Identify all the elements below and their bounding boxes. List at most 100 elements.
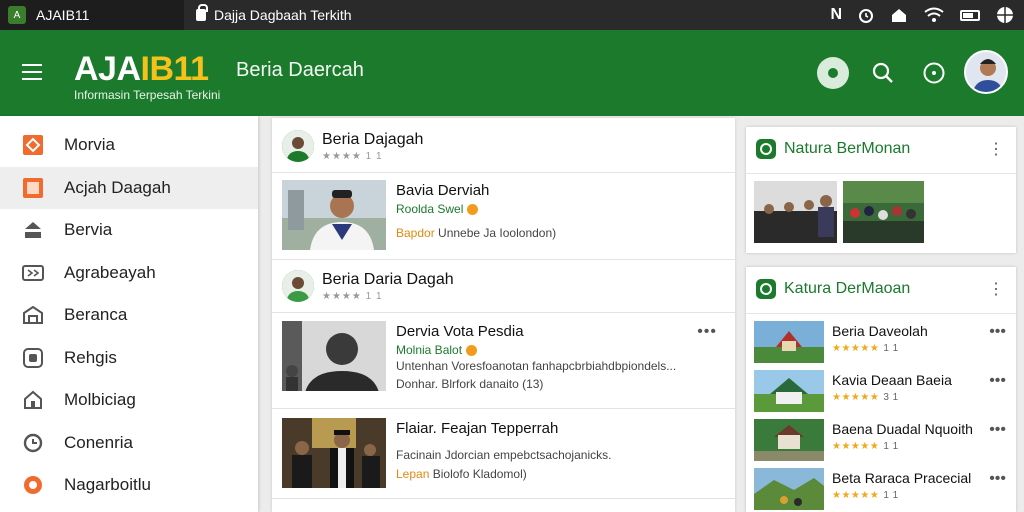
place-thumbnail [754, 321, 824, 363]
info-icon [923, 62, 945, 84]
place-item[interactable]: Beta Raraca Pracecial ★★★★★ 1 1 ••• [754, 468, 1008, 510]
news-thumbnail [282, 321, 386, 391]
page-tab[interactable]: Dajja Dagbaah Terkith [196, 0, 352, 30]
news-item[interactable]: Bavia Derviah Roolda Swel Bapdor Unnebe … [282, 180, 725, 250]
info-button[interactable] [917, 56, 951, 90]
divider [272, 312, 735, 313]
place-title: Kavia Deaan Baeia [832, 372, 952, 388]
sidebar: Morvia Acjah Daagah Bervia Agrabeayah Be… [0, 116, 258, 512]
app-title: AJAIB11 [36, 7, 90, 23]
source-avatar [282, 270, 314, 302]
sidebar-item-label: Morvia [64, 135, 116, 155]
video-icon [22, 262, 44, 284]
sidebar-item-8[interactable]: Nagarboitlu [0, 464, 258, 507]
building-icon [22, 304, 44, 326]
sidebar-item-7[interactable]: Conenria [0, 422, 258, 465]
news-item[interactable]: Dervia Vota Pesdia Molnia Balot Untenhan… [282, 321, 725, 391]
more-options-button[interactable]: ••• [697, 323, 717, 341]
more-options-icon[interactable]: ⋮ [988, 139, 1004, 159]
trending-icon [22, 474, 44, 496]
badge-icon [467, 203, 479, 215]
source-header[interactable]: Beria Dajagah ★★★★ 1 1 [282, 130, 423, 162]
gallery-image[interactable] [843, 181, 924, 243]
place-thumbnail [754, 370, 824, 412]
wifi-icon [924, 7, 944, 22]
search-icon [872, 62, 893, 83]
gallery-image[interactable] [754, 181, 837, 243]
sidebar-item-6[interactable]: Molbiciag [0, 379, 258, 422]
source-meta: ★★★★ 1 1 [322, 290, 383, 302]
source-name: Beria Daria Dagah [322, 270, 454, 288]
home-status-icon [892, 9, 906, 22]
search-button[interactable] [866, 56, 900, 90]
news-title: Flaiar. Feajan Tepperrah [396, 420, 559, 437]
user-icon [817, 57, 849, 89]
place-item[interactable]: Kavia Deaan Baeia ★★★★★ 3 1 ••• [754, 370, 1008, 412]
more-options-button[interactable]: ••• [989, 421, 1006, 439]
source-header[interactable]: Beria Daria Dagah ★★★★ 1 1 [282, 270, 454, 302]
sidebar-item-2[interactable]: Bervia [0, 209, 258, 252]
panel-title: Natura BerMonan [784, 140, 911, 157]
app-tab[interactable]: A AJAIB11 [0, 0, 184, 30]
news-snippet-2: Donhar. Blrfork danaito (13) [396, 377, 544, 391]
avatar[interactable] [964, 50, 1008, 94]
page-title: Beria Daercah [236, 59, 364, 81]
place-rating: ★★★★★ 1 1 [832, 343, 899, 354]
star-rating-icon: ★★★★★ [832, 392, 880, 403]
home-icon [22, 389, 44, 411]
more-options-button[interactable]: ••• [989, 470, 1006, 488]
place-title: Beria Daveolah [832, 323, 928, 339]
brand-part1: AJA [74, 50, 141, 88]
sidebar-item-0[interactable]: Morvia [0, 124, 258, 167]
app-header: AJAIB11 Informasin Terpesah Terkini Beri… [0, 30, 1024, 116]
menu-icon[interactable] [22, 64, 42, 80]
category-icon [22, 347, 44, 369]
news-snippet-text: Biolofo Kladomol) [432, 467, 527, 481]
divider [272, 498, 735, 499]
rating-count: 1 1 [883, 441, 899, 452]
news-item[interactable]: Flaiar. Feajan Tepperrah Facinain Jdorci… [282, 418, 725, 488]
source-name: Beria Dajagah [322, 130, 424, 148]
news-snippet: Facinain Jdorcian empebctsachojanicks. [396, 448, 612, 462]
panel-header[interactable]: Katura DerMaoan [756, 279, 910, 299]
brand-part2: IB11 [140, 50, 209, 88]
sidebar-item-label: Molbiciag [64, 390, 136, 410]
sidebar-item-label: Conenria [64, 432, 133, 452]
place-rating: ★★★★★ 3 1 [832, 392, 899, 403]
sidebar-item-5[interactable]: Rehgis [0, 337, 258, 380]
news-category-label: Molnia Balot [396, 343, 463, 357]
news-feed: Beria Dajagah ★★★★ 1 1 Bavia Derviah Roo… [272, 118, 735, 512]
sidebar-item-1[interactable]: Acjah Daagah [0, 166, 258, 209]
brand-logo[interactable]: AJAIB11 [74, 50, 209, 89]
news-category: Molnia Balot [396, 343, 478, 357]
region-icon [22, 177, 44, 199]
sidebar-item-4[interactable]: Beranca [0, 294, 258, 337]
more-options-button[interactable]: ••• [989, 372, 1006, 390]
sidebar-item-label: Beranca [64, 305, 128, 325]
tab-title: Dajja Dagbaah Terkith [214, 7, 352, 23]
sidebar-item-label: Bervia [64, 220, 113, 240]
sidebar-item-3[interactable]: Agrabeayah [0, 252, 258, 295]
notification-icon: N [830, 6, 842, 23]
place-item[interactable]: Beria Daveolah ★★★★★ 1 1 ••• [754, 321, 1008, 363]
sidebar-item-label: Acjah Daagah [64, 177, 171, 197]
sidebar-item-label: Nagarboitlu [64, 475, 151, 495]
star-rating-icon: ★★★★★ [832, 343, 880, 354]
place-title: Beta Raraca Pracecial [832, 470, 972, 486]
place-item[interactable]: Baena Duadal Nquoith ★★★★★ 1 1 ••• [754, 419, 1008, 461]
place-thumbnail [754, 419, 824, 461]
news-snippet-text: Unnebe Ja Ioolondon) [438, 226, 557, 240]
inbox-icon [22, 219, 44, 241]
source-meta: ★★★★ 1 1 [322, 150, 383, 162]
panel-header[interactable]: Natura BerMonan [756, 139, 910, 159]
app-icon: A [8, 6, 26, 24]
status-bar: A AJAIB11 Dajja Dagbaah Terkith N [0, 0, 1024, 30]
star-rating-icon: ★★★★★ [832, 490, 880, 501]
news-snippet: Bapdor Unnebe Ja Ioolondon) [396, 226, 556, 240]
more-options-icon[interactable]: ⋮ [988, 279, 1004, 299]
more-options-button[interactable]: ••• [989, 323, 1006, 341]
place-thumbnail [754, 468, 824, 510]
account-button[interactable] [816, 56, 850, 90]
news-snippet: Untenhan Voresfoanotan fanhapcbrbiahdbpi… [396, 359, 677, 373]
sidebar-item-label: Rehgis [64, 347, 117, 367]
